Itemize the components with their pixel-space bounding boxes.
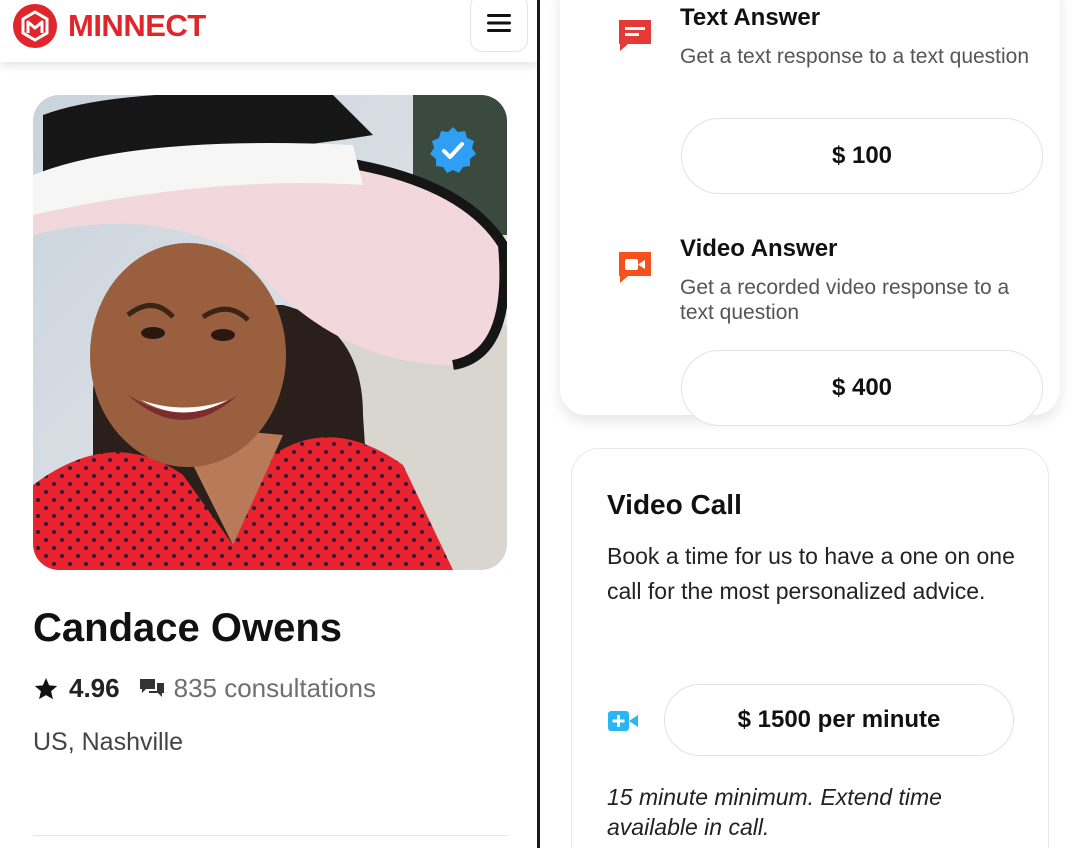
top-navbar: MINNECT [0,0,537,62]
chat-bubbles-icon [139,678,164,697]
video-call-note: 15 minute minimum. Extend time available… [607,784,942,840]
profile-stats: 4.96 835 consultations [33,673,376,704]
services-panel: Text Answer Get a text response to a tex… [540,0,1080,848]
video-call-icon [608,711,638,731]
hamburger-icon [487,14,511,32]
consultations-count: 835 consultations [173,673,376,703]
divider [33,835,507,836]
text-answer-price-button[interactable]: $ 100 [681,118,1043,194]
text-message-icon [619,20,651,51]
brand-name: MINNECT [68,8,206,43]
profile-name: Candace Owens [33,606,343,650]
video-answer-price-button[interactable]: $ 400 [681,350,1043,426]
answer-services-card: Text Answer Get a text response to a tex… [560,0,1060,426]
brand-logo[interactable]: MINNECT [12,3,206,49]
profile-location: US, Nashville [33,728,184,756]
menu-button[interactable] [470,0,528,52]
video-answer-description: Get a recorded video response to a text … [680,276,1010,324]
video-answer-title: Video Answer [680,235,838,262]
star-icon [34,677,58,699]
video-call-card: Video Call Book a time for us to have a … [571,448,1049,848]
text-answer-description: Get a text response to a text question [680,45,1030,68]
rating-value: 4.96 [69,673,120,703]
minnect-logo-icon [13,4,57,48]
video-message-icon [619,252,651,283]
profile-panel: MINNECT Candace Owens 4.96 835 consultat… [0,0,537,848]
text-answer-title: Text Answer [680,4,821,31]
video-call-title: Video Call [607,489,742,520]
video-call-price-button[interactable]: $ 1500 per minute [664,684,1014,756]
video-call-description: Book a time for us to have a one on one … [607,543,1015,604]
verified-badge-icon [430,127,476,173]
